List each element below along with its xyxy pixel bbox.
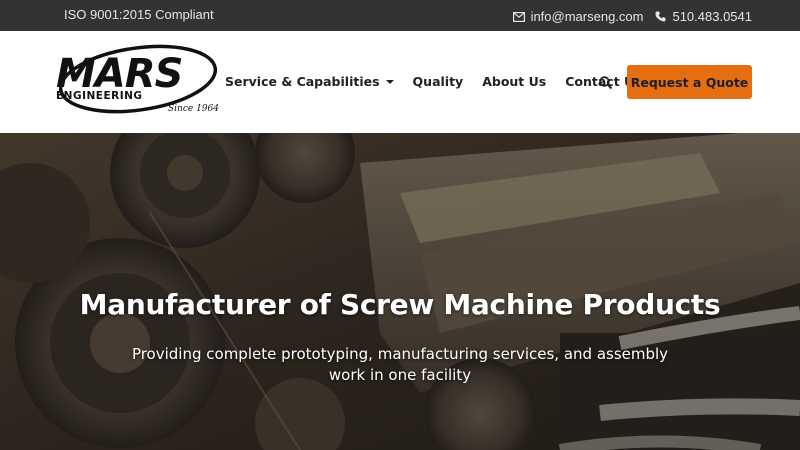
chevron-down-icon [385, 79, 394, 84]
phone-icon [655, 11, 666, 22]
request-quote-button[interactable]: Request a Quote [627, 65, 752, 99]
nav-item-services[interactable]: Service & Capabilities [225, 74, 394, 89]
certification-text: ISO 9001:2015 Compliant [64, 7, 214, 22]
main-nav: Service & Capabilities Quality About Us … [225, 74, 661, 89]
email-link[interactable]: info@marseng.com [512, 9, 644, 24]
nav-item-about[interactable]: About Us [482, 74, 546, 89]
envelope-icon [512, 11, 525, 22]
nav-item-label: Service & Capabilities [225, 74, 380, 89]
logo-tagline: Since 1964 [168, 104, 219, 114]
phone-text: 510.483.0541 [672, 9, 752, 24]
hero-title: Manufacturer of Screw Machine Products [79, 288, 721, 321]
top-bar: ISO 9001:2015 Compliant info@marseng.com… [0, 0, 800, 31]
search-icon[interactable] [598, 75, 614, 91]
site-header: MARS ENGINEERING Since 1964 Service & Ca… [0, 31, 800, 133]
nav-item-label: About Us [482, 74, 547, 89]
phone-link[interactable]: 510.483.0541 [655, 9, 752, 24]
email-text: info@marseng.com [530, 9, 644, 24]
mars-engineering-logo[interactable]: MARS ENGINEERING Since 1964 [50, 43, 220, 121]
contact-info: info@marseng.com 510.483.0541 [512, 9, 752, 24]
nav-item-label: Quality [412, 74, 464, 89]
hero-subtitle: Providing complete prototyping, manufact… [131, 345, 669, 384]
logo-subtitle: ENGINEERING [56, 90, 143, 102]
hero-banner: Manufacturer of Screw Machine Products P… [0, 133, 800, 450]
nav-item-quality[interactable]: Quality [413, 74, 464, 89]
